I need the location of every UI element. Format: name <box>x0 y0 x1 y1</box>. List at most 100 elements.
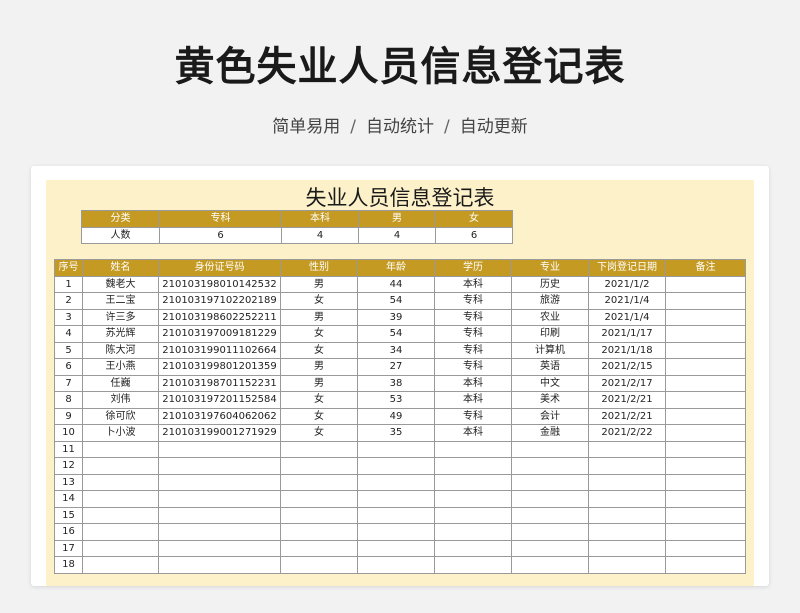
table-cell[interactable] <box>280 556 358 574</box>
table-cell[interactable] <box>82 506 159 524</box>
table-cell[interactable] <box>280 457 358 475</box>
table-cell[interactable] <box>158 506 281 524</box>
table-cell[interactable] <box>588 440 666 458</box>
table-cell[interactable] <box>280 490 358 508</box>
table-cell[interactable] <box>82 539 159 557</box>
table-cell[interactable]: 陈大河 <box>82 341 159 359</box>
table-cell[interactable]: 女 <box>280 407 358 425</box>
table-cell[interactable]: 6 <box>54 358 83 376</box>
table-cell[interactable] <box>434 539 512 557</box>
table-cell[interactable]: 53 <box>357 391 435 409</box>
table-cell[interactable]: 15 <box>54 506 83 524</box>
table-cell[interactable] <box>665 473 746 491</box>
table-cell[interactable]: 徐可欣 <box>82 407 159 425</box>
table-cell[interactable] <box>434 440 512 458</box>
table-cell[interactable] <box>588 457 666 475</box>
table-cell[interactable]: 14 <box>54 490 83 508</box>
table-cell[interactable] <box>588 506 666 524</box>
table-cell[interactable] <box>665 539 746 557</box>
table-cell[interactable]: 美术 <box>511 391 589 409</box>
table-cell[interactable]: 专科 <box>434 292 512 310</box>
table-cell[interactable]: 54 <box>357 292 435 310</box>
table-cell[interactable] <box>665 308 746 326</box>
table-cell[interactable] <box>511 556 589 574</box>
table-cell[interactable]: 女 <box>280 391 358 409</box>
table-cell[interactable] <box>82 473 159 491</box>
table-cell[interactable]: 任巍 <box>82 374 159 392</box>
table-cell[interactable] <box>82 440 159 458</box>
table-cell[interactable]: 本科 <box>434 374 512 392</box>
table-cell[interactable] <box>511 457 589 475</box>
table-cell[interactable]: 计算机 <box>511 341 589 359</box>
table-cell[interactable] <box>665 556 746 574</box>
table-cell[interactable] <box>158 539 281 557</box>
table-cell[interactable] <box>665 341 746 359</box>
table-cell[interactable] <box>665 391 746 409</box>
table-cell[interactable]: 210103199011102664 <box>158 341 281 359</box>
table-cell[interactable]: 11 <box>54 440 83 458</box>
table-cell[interactable] <box>665 275 746 293</box>
table-cell[interactable]: 38 <box>357 374 435 392</box>
table-cell[interactable]: 13 <box>54 473 83 491</box>
table-cell[interactable]: 专科 <box>434 308 512 326</box>
table-cell[interactable] <box>158 490 281 508</box>
table-cell[interactable] <box>357 539 435 557</box>
table-cell[interactable] <box>280 523 358 541</box>
table-cell[interactable]: 210103198602252211 <box>158 308 281 326</box>
table-cell[interactable]: 27 <box>357 358 435 376</box>
table-cell[interactable]: 专科 <box>434 325 512 343</box>
table-cell[interactable]: 旅游 <box>511 292 589 310</box>
table-cell[interactable]: 2 <box>54 292 83 310</box>
table-cell[interactable] <box>665 523 746 541</box>
table-cell[interactable]: 3 <box>54 308 83 326</box>
table-cell[interactable]: 男 <box>280 358 358 376</box>
table-cell[interactable]: 苏光辉 <box>82 325 159 343</box>
table-cell[interactable]: 本科 <box>434 275 512 293</box>
table-cell[interactable]: 卜小波 <box>82 424 159 442</box>
table-cell[interactable] <box>280 539 358 557</box>
table-cell[interactable] <box>434 523 512 541</box>
table-cell[interactable]: 女 <box>280 341 358 359</box>
table-cell[interactable]: 男 <box>280 275 358 293</box>
table-cell[interactable] <box>665 292 746 310</box>
table-cell[interactable]: 9 <box>54 407 83 425</box>
table-cell[interactable] <box>82 523 159 541</box>
table-cell[interactable]: 2021/2/21 <box>588 391 666 409</box>
table-cell[interactable] <box>357 473 435 491</box>
table-cell[interactable] <box>665 457 746 475</box>
table-cell[interactable]: 2021/1/4 <box>588 292 666 310</box>
table-cell[interactable] <box>588 523 666 541</box>
table-cell[interactable] <box>158 523 281 541</box>
table-cell[interactable] <box>434 556 512 574</box>
table-cell[interactable] <box>357 523 435 541</box>
table-cell[interactable] <box>357 556 435 574</box>
table-cell[interactable]: 印刷 <box>511 325 589 343</box>
table-cell[interactable] <box>511 473 589 491</box>
table-cell[interactable]: 女 <box>280 424 358 442</box>
table-cell[interactable] <box>158 457 281 475</box>
table-cell[interactable]: 2021/1/2 <box>588 275 666 293</box>
table-cell[interactable] <box>511 506 589 524</box>
table-cell[interactable]: 16 <box>54 523 83 541</box>
table-cell[interactable]: 2021/1/17 <box>588 325 666 343</box>
table-cell[interactable]: 许三多 <box>82 308 159 326</box>
table-cell[interactable]: 2021/1/4 <box>588 308 666 326</box>
table-cell[interactable] <box>511 539 589 557</box>
table-cell[interactable] <box>665 358 746 376</box>
table-cell[interactable]: 专科 <box>434 358 512 376</box>
table-cell[interactable]: 39 <box>357 308 435 326</box>
summary-cell[interactable]: 4 <box>358 226 436 244</box>
table-cell[interactable] <box>588 556 666 574</box>
table-cell[interactable]: 34 <box>357 341 435 359</box>
table-cell[interactable]: 7 <box>54 374 83 392</box>
table-cell[interactable] <box>588 473 666 491</box>
table-cell[interactable] <box>665 374 746 392</box>
table-cell[interactable]: 210103199001271929 <box>158 424 281 442</box>
table-cell[interactable] <box>280 473 358 491</box>
table-cell[interactable] <box>357 490 435 508</box>
summary-cell[interactable]: 6 <box>159 226 282 244</box>
table-cell[interactable]: 英语 <box>511 358 589 376</box>
table-cell[interactable]: 2021/2/21 <box>588 407 666 425</box>
table-cell[interactable] <box>588 539 666 557</box>
table-cell[interactable]: 男 <box>280 374 358 392</box>
